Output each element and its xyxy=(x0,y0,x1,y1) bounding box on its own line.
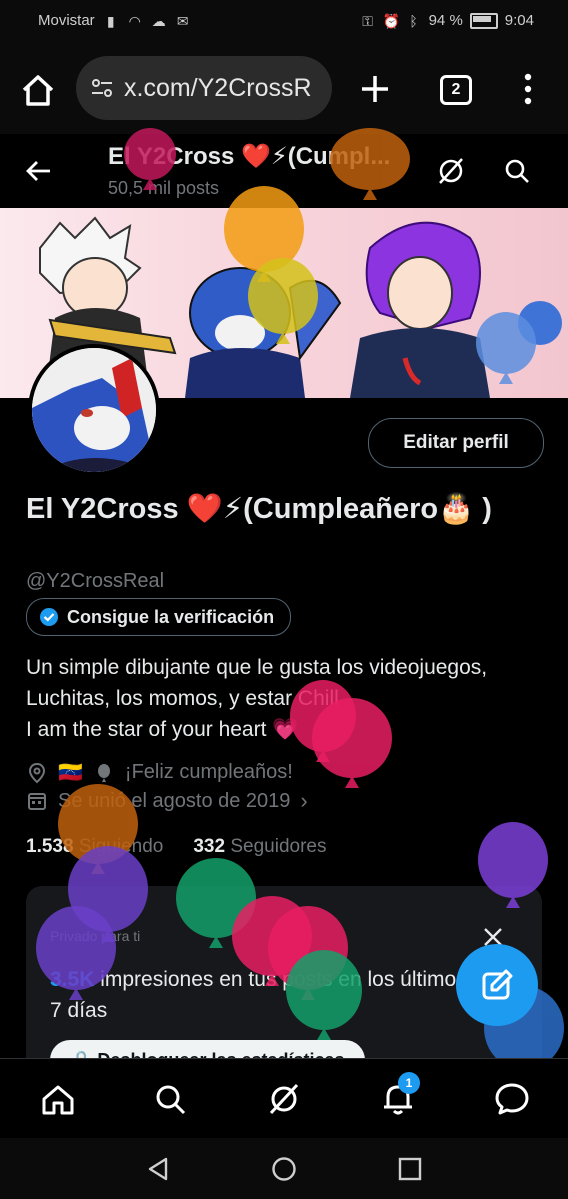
bottom-nav xyxy=(0,1058,568,1139)
verified-badge-icon xyxy=(40,608,58,626)
carrier-label: Movistar xyxy=(38,12,95,29)
new-tab-icon[interactable] xyxy=(358,72,392,106)
bio-line: I am the star of your heart 💗 xyxy=(26,718,299,741)
bio-line: Luchitas, los momos, y estar Chill xyxy=(26,687,339,710)
get-verified-button[interactable]: Consigue la verificación xyxy=(26,598,292,636)
bio-line: Un simple dibujante que le gusta los vid… xyxy=(26,656,488,679)
status-bar: Movistar ▮ ◠ ☁ ✉ ⚿ ⏰ ᛒ 94 % 9:04 xyxy=(0,0,568,44)
grok-icon[interactable] xyxy=(436,156,466,186)
chevron-right-icon: › xyxy=(300,788,308,813)
balloon-decoration xyxy=(478,822,548,908)
balloon-decoration xyxy=(330,128,410,200)
profile-avatar[interactable] xyxy=(28,344,160,476)
search-tab-icon[interactable] xyxy=(152,1081,188,1117)
balloon-decoration xyxy=(286,950,362,1040)
balloon-decoration xyxy=(312,698,392,788)
recents-square-icon[interactable] xyxy=(397,1156,423,1182)
notifications-badge: 1 xyxy=(398,1072,420,1094)
url-text[interactable]: x.com/Y2CrossR xyxy=(124,74,324,103)
compose-post-button[interactable] xyxy=(456,944,538,1026)
address-bar[interactable]: x.com/Y2CrossR xyxy=(76,56,332,120)
alarm-icon: ⏰ xyxy=(382,12,401,29)
browser-toolbar: x.com/Y2CrossR 2 xyxy=(0,44,568,134)
followers-count: 332 xyxy=(193,836,226,857)
home-icon[interactable] xyxy=(18,70,58,110)
followers-link[interactable]: 332 Seguidores xyxy=(193,836,326,858)
compose-icon xyxy=(482,969,513,1000)
back-triangle-icon[interactable] xyxy=(146,1156,172,1182)
battery-icon xyxy=(469,12,498,29)
tab-switcher-button[interactable]: 2 xyxy=(440,75,472,105)
home-circle-icon[interactable] xyxy=(271,1156,297,1182)
balloon-decoration xyxy=(124,128,176,190)
battery-percent: 94 % xyxy=(428,12,463,29)
system-nav-bar xyxy=(0,1138,568,1199)
site-settings-icon[interactable] xyxy=(90,76,114,100)
edit-profile-button[interactable]: Editar perfil xyxy=(368,418,544,468)
posts-count: 50,5 mil posts xyxy=(108,178,220,198)
profile-bio: Un simple dibujante que le gusta los vid… xyxy=(26,652,546,745)
calendar-icon xyxy=(28,793,46,810)
mail-icon: ✉ xyxy=(176,12,189,29)
search-icon[interactable] xyxy=(502,156,532,186)
avatar-image xyxy=(32,348,156,472)
home-tab-icon[interactable] xyxy=(40,1081,76,1117)
messages-tab-icon[interactable] xyxy=(494,1081,530,1117)
balloon-icon xyxy=(97,763,110,782)
balloon-decoration xyxy=(248,258,318,344)
display-name: El Y2Cross ❤️⚡(Cumpleañero🎂 ) xyxy=(26,493,492,525)
key-icon: ⚿ xyxy=(362,12,373,29)
cloud-icon: ☁ xyxy=(151,12,166,29)
location-flag: 🇻🇪 xyxy=(58,762,83,784)
handle: @Y2CrossReal xyxy=(26,570,165,592)
wifi-icon: ◠ xyxy=(128,12,141,29)
followers-label: Seguidores xyxy=(230,836,327,857)
grok-tab-icon[interactable] xyxy=(266,1081,302,1117)
bluetooth-icon: ᛒ xyxy=(409,12,418,29)
impressions-description: impresiones en tus posts en los últimos … xyxy=(50,968,467,1022)
back-arrow-icon[interactable] xyxy=(24,156,54,186)
more-menu-icon[interactable] xyxy=(518,72,538,106)
balloon-decoration xyxy=(36,906,116,1000)
clock: 9:04 xyxy=(504,12,534,29)
balloon-decoration xyxy=(476,312,536,384)
get-verified-label: Consigue la verificación xyxy=(67,606,275,627)
birthday-text: ¡Feliz cumpleaños! xyxy=(124,761,293,783)
profile-meta-row: 🇻🇪 ¡Feliz cumpleaños! xyxy=(26,760,293,785)
location-icon xyxy=(28,762,46,783)
signal-icon: ▮ xyxy=(106,12,115,29)
